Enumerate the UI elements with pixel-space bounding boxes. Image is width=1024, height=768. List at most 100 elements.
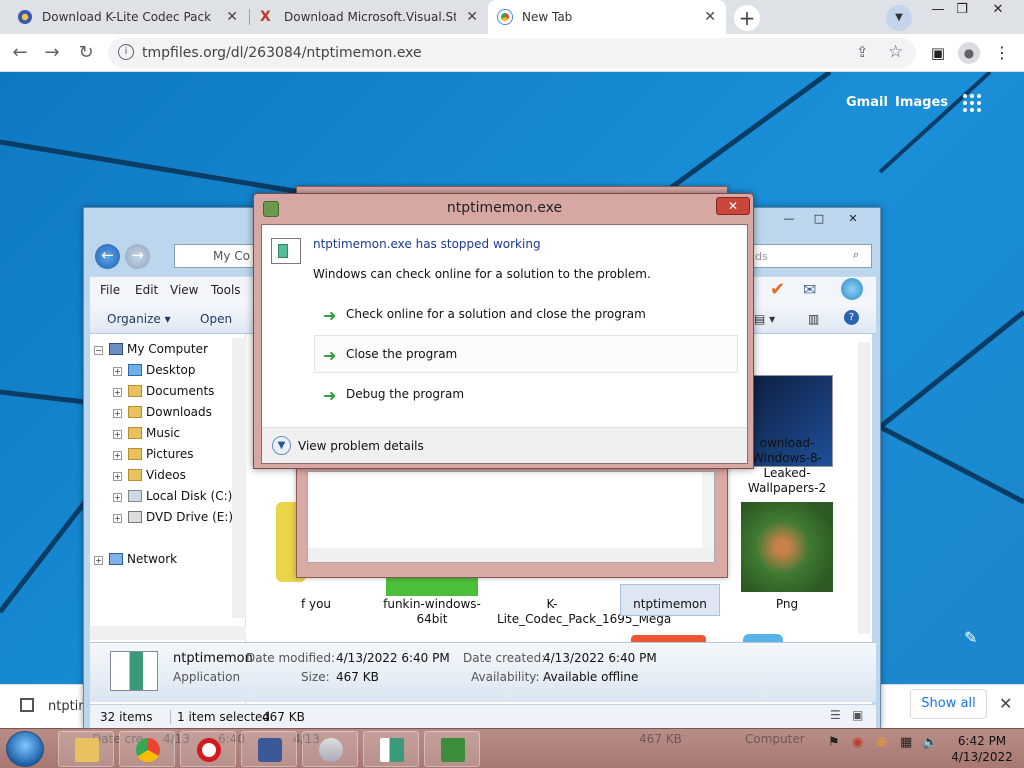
preview-pane-icon[interactable]: ▥ <box>808 312 819 326</box>
back-button[interactable]: ← <box>8 41 32 65</box>
tree-item-downloads[interactable]: + Downloads <box>113 405 212 419</box>
tree-item-my-computer[interactable]: − My Computer <box>94 342 208 356</box>
tree-item-dvd-drive[interactable]: + DVD Drive (E:) X <box>113 510 245 524</box>
bookmark-star-icon[interactable]: ☆ <box>888 42 903 62</box>
taskbar-chrome[interactable] <box>119 731 175 767</box>
menu-edit[interactable]: Edit <box>135 283 158 297</box>
open-button[interactable]: Open <box>200 312 232 326</box>
network-icon[interactable]: ▦ <box>900 735 912 750</box>
close-window-button[interactable]: ✕ <box>982 0 1014 22</box>
folder-icon <box>128 385 142 397</box>
forward-button[interactable]: → <box>40 41 64 65</box>
address-bar[interactable]: i tmpfiles.org/dl/263084/ntptimemon.exe … <box>108 38 916 68</box>
tree-item-videos[interactable]: + Videos <box>113 468 186 482</box>
checkmark-icon[interactable]: ✔ <box>770 279 785 300</box>
check-online-option[interactable]: ➜ Check online for a solution and close … <box>314 295 738 333</box>
help-icon[interactable]: ? <box>844 310 859 325</box>
show-all-button[interactable]: Show all <box>910 689 987 719</box>
close-icon[interactable]: ✕ <box>704 9 716 25</box>
tree-item-music[interactable]: + Music <box>113 426 180 440</box>
security-icon[interactable]: ◉ <box>852 735 863 750</box>
restore-button[interactable]: ❐ <box>946 0 978 22</box>
dialog-footer: ▼ View problem details <box>262 427 747 463</box>
horizontal-scrollbar[interactable] <box>308 548 714 562</box>
tab-search-button[interactable]: ▼ <box>886 5 912 31</box>
browser-tab-bar: Download K-Lite Codec Pack Me ✕ X Downlo… <box>0 0 1024 34</box>
view-options-icon[interactable]: ▤ ▾ <box>754 312 775 326</box>
details-view-icon[interactable]: ☰ <box>830 708 841 722</box>
volume-muted-icon[interactable]: 🔈 <box>922 735 938 750</box>
reload-button[interactable]: ↻ <box>74 41 98 65</box>
tree-item-pictures[interactable]: + Pictures <box>113 447 194 461</box>
taskbar-facebook[interactable] <box>241 731 297 767</box>
tree-vertical-scrollbar[interactable] <box>232 338 246 618</box>
search-icon: ⌕ <box>853 248 860 261</box>
search-input[interactable]: ds ⌕ <box>748 244 872 268</box>
tab-visual-studio[interactable]: X Download Microsoft.Visual.Studi ✕ <box>250 0 488 34</box>
network-icon <box>109 553 123 565</box>
tab-klite[interactable]: Download K-Lite Codec Pack Me ✕ <box>8 0 248 34</box>
file-name[interactable]: funkin-windows-64bit <box>377 597 487 627</box>
new-tab-button[interactable]: + <box>734 5 760 31</box>
taskbar-ntptimemon[interactable] <box>363 731 419 767</box>
file-name-selected[interactable]: ntptimemon <box>615 597 725 612</box>
file-name[interactable]: f you <box>261 597 371 612</box>
gmail-link[interactable]: Gmail <box>846 95 888 110</box>
menu-file[interactable]: File <box>100 283 120 297</box>
close-window-button[interactable]: ✕ <box>838 211 868 229</box>
maximize-button[interactable]: □ <box>804 211 834 229</box>
flag-icon[interactable]: ⚑ <box>828 735 840 750</box>
selection-count: 1 item selected <box>170 710 270 724</box>
taskbar-opera[interactable] <box>180 731 236 767</box>
x-favicon-icon: X <box>260 9 271 25</box>
file-list-scrollbar[interactable] <box>858 342 870 634</box>
tree-item-network[interactable]: + Network <box>94 552 177 566</box>
close-icon[interactable]: ✕ <box>466 9 478 25</box>
taskbar-media[interactable] <box>302 731 358 767</box>
png-thumbnail[interactable] <box>741 502 833 592</box>
close-icon[interactable]: ✕ <box>226 9 238 25</box>
menu-tools[interactable]: Tools <box>211 283 241 297</box>
view-problem-details-link[interactable]: View problem details <box>298 439 424 453</box>
screen: Download K-Lite Codec Pack Me ✕ X Downlo… <box>0 0 1024 768</box>
menu-view[interactable]: View <box>170 283 198 297</box>
tree-horizontal-scrollbar[interactable] <box>90 626 246 640</box>
profile-avatar-icon[interactable]: ● <box>958 42 980 64</box>
media-icon <box>319 738 343 762</box>
google-apps-icon[interactable] <box>963 94 981 112</box>
ghost-text: 467 KB <box>639 732 682 746</box>
side-panel-icon[interactable]: ▣ <box>926 41 950 65</box>
site-info-icon[interactable]: i <box>118 44 134 60</box>
back-arrow-icon[interactable]: ← <box>95 244 120 269</box>
close-download-bar-icon[interactable]: ✕ <box>999 694 1012 713</box>
taskbar-error-reporting[interactable] <box>424 731 480 767</box>
taskbar-explorer[interactable] <box>58 731 114 767</box>
tree-item-desktop[interactable]: + Desktop <box>113 363 196 377</box>
share-icon[interactable]: ⇪ <box>856 43 869 61</box>
update-icon[interactable]: ⊕ <box>876 735 887 750</box>
tree-item-documents[interactable]: + Documents <box>113 384 214 398</box>
file-name[interactable]: Png <box>732 597 842 612</box>
vertical-scrollbar[interactable] <box>702 472 714 548</box>
chevron-down-icon[interactable]: ▼ <box>272 436 291 455</box>
date-created-value: 4/13/2022 6:40 PM <box>543 651 657 665</box>
images-link[interactable]: Images <box>895 95 948 110</box>
minimize-button[interactable]: — <box>774 211 804 229</box>
tree-item-local-disk[interactable]: + Local Disk (C:) <box>113 489 232 503</box>
mail-icon[interactable]: ✉ <box>803 280 816 299</box>
system-clock[interactable]: 6:42 PM 4/13/2022 <box>942 733 1022 765</box>
file-name[interactable]: K-Lite_Codec_Pack_1695_Mega <box>497 597 671 627</box>
folder-icon <box>128 406 142 418</box>
dialog-close-button[interactable]: ✕ <box>716 197 750 215</box>
start-button[interactable] <box>6 731 44 767</box>
globe-icon[interactable] <box>841 278 863 300</box>
close-program-option[interactable]: ➜ Close the program <box>314 335 738 373</box>
debug-program-option[interactable]: ➜ Debug the program <box>314 375 738 413</box>
organize-button[interactable]: Organize ▾ <box>107 312 171 326</box>
forward-arrow-icon[interactable]: → <box>125 244 150 269</box>
customize-pencil-icon[interactable]: ✎ <box>964 628 977 647</box>
availability-value: Available offline <box>543 670 639 684</box>
menu-kebab-icon[interactable]: ⋮ <box>990 41 1014 65</box>
large-icons-view-icon[interactable]: ▣ <box>852 708 863 722</box>
tab-new-tab[interactable]: New Tab ✕ <box>488 0 726 34</box>
